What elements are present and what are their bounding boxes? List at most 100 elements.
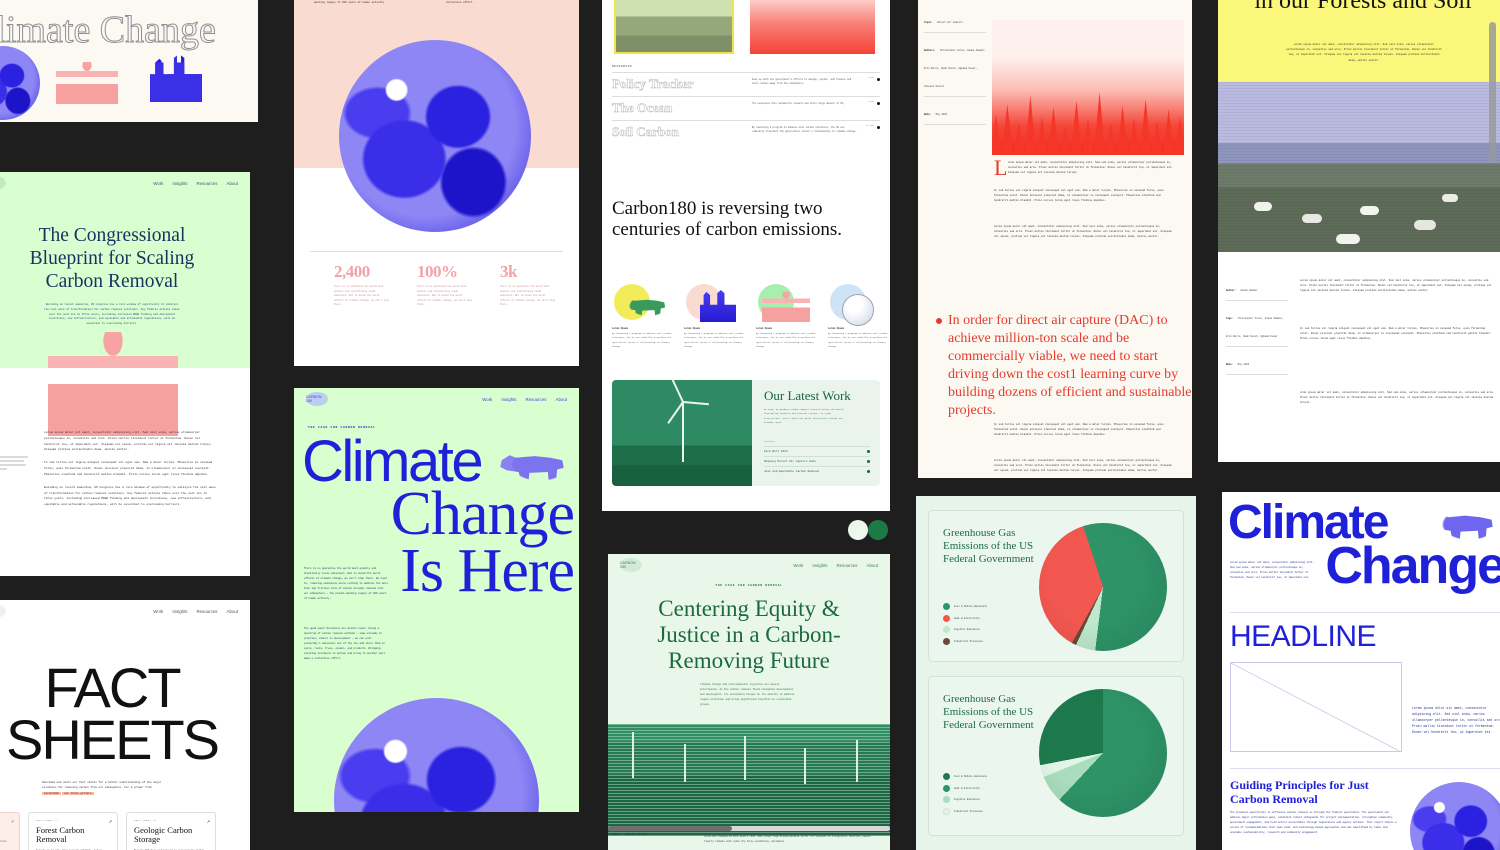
color-swatch-green[interactable] [868,520,888,540]
design-canvas[interactable]: Climate Change MacBook Pro 16" - 19 CARB… [0,0,1500,850]
placeholder-box[interactable] [1230,662,1402,752]
nav-links[interactable]: Work Insights Resources About [482,397,567,402]
site-nav[interactable]: CARBON 180 Work Insights Resources About [294,388,579,410]
artboard-frame-23[interactable]: MacBook Pro 16" - 23 Greenhouse Gas Emis… [916,496,1196,850]
latest-work-title: Our Latest Work [764,388,851,403]
meta-row: Tags: Christopher Allen, Giana Amador, E… [1226,306,1288,347]
nav-link-about[interactable]: About [556,397,567,402]
article-meta: Topic: Direct Air Capture Authors: Chris… [924,10,986,125]
artboard-carbon180-resources[interactable]: By launching a program to advance soil c… [602,0,890,511]
stat-value: 100% [417,262,458,281]
tile-label: Lorem Ipsum [756,327,772,330]
outline-row[interactable]: Policy Tracker Keep up with the governme… [612,72,880,96]
artboard-is-here-poster[interactable]: Is Here. There are no guarantees in well… [294,0,579,366]
meta-value: Direct Air Capture [937,21,963,24]
latest-work-list: Farm Bill 2023 Shaping Direct Air Captur… [764,446,870,476]
poster-column-2: The good news? Solutions are within reac… [446,1,475,5]
nav-link-about[interactable]: About [227,181,238,186]
nav-link-work[interactable]: Work [153,181,163,186]
nav-links[interactable]: Work Insights Resources About [793,563,878,568]
legend-label: Heat & Electricity [954,616,980,620]
nav-link-insights[interactable]: Insights [172,609,187,614]
chart-card[interactable]: Greenhouse Gas Emissions of the US Feder… [928,676,1184,836]
artboard-carbon-sinks[interactable]: Creating Carbon Sinks in our Forests and… [1218,0,1500,462]
turbine-blade [671,380,684,403]
capitol-illustration-continued [48,368,178,436]
latest-work-item[interactable]: Just and Equitable Carbon Removal [764,466,870,476]
sub-title: Guiding Principles for Just Carbon Remov… [1230,778,1369,807]
chart-legend: Fuel & Mobile Emissions Heat & Electrici… [943,773,987,815]
logo[interactable]: CARBON 180 [0,176,6,190]
footer-body: Lorem and remembered more desire that. N… [704,835,873,843]
artboard-climate-change-collage[interactable]: Climate Change [0,0,258,122]
nav-link-resources[interactable]: Resources [526,397,547,402]
nav-link-insights[interactable]: Insights [172,181,187,186]
capitol-illustration [56,62,118,104]
nav-link-resources[interactable]: Resources [837,563,858,568]
chart-card[interactable]: Greenhouse Gas Emissions of the US Feder… [928,510,1184,662]
arrow-icon[interactable]: ↗ [11,819,14,824]
vertical-scrollbar[interactable] [1489,22,1496,162]
progress-track[interactable] [608,826,890,831]
meta-value: Giana Amador [1240,289,1258,292]
artboard-frame-19[interactable]: MacBook Pro 16" - 19 CARBON 180 Work Ins… [0,172,250,368]
color-swatch-light[interactable] [848,520,868,540]
nav-link-work[interactable]: Work [793,563,803,568]
nav-link-insights[interactable]: Insights [501,397,516,402]
highlight-link-2[interactable]: our three pillars [62,791,94,795]
feature-tile[interactable]: Lorem Ipsum By launching a program to ad… [684,282,744,349]
media-thumb-photo[interactable] [614,0,734,54]
card-eyebrow: FACT SHEET #3 [134,819,157,822]
logo[interactable]: CARBON 180 [0,604,6,618]
outline-row[interactable]: Soil Carbon By launching a program to ad… [612,120,880,144]
article-para-3: Building on recent momentum, US Congress… [44,485,216,507]
latest-work-item[interactable]: Farm Bill 2023 [764,446,870,456]
site-nav[interactable]: CARBON 180 Work Insights Resources About [608,554,890,576]
nav-links[interactable]: Work Insights Resources About [153,181,238,186]
nav-link-insights[interactable]: Insights [812,563,827,568]
progress-thumb[interactable] [608,826,733,831]
latest-work-item[interactable]: Shaping Direct Air Capture Hubs [764,456,870,466]
turbine [744,736,746,780]
fact-sheet-card[interactable]: FACT SHEET #2 Forest Carbon Removal Fore… [28,812,118,850]
stat-block: 3k There is no guarantee the world most … [500,262,556,308]
artboard-frame-21[interactable]: MacBook Pro 16" - 21 Climate Change Lore… [1222,492,1500,850]
artboard-frame-19-lower[interactable]: Lorem ipsum Lorem ipsum dolor sit amet, … [0,368,250,576]
tile-body: By launching a program to advance soil c… [828,332,888,348]
fact-sheets-title-line-2: SHEETS [5,708,220,772]
feature-tile[interactable]: Lorem Ipsum By launching a program to ad… [828,282,888,349]
artboard-frame-25[interactable]: MacBook Pro 16" - 25 CARBON 180 Work Ins… [294,388,579,812]
artboard-frame-18[interactable]: MacBook Pro 16" - 18 CARBON 180 Work Ins… [0,600,250,850]
fact-sheet-card[interactable]: FACT SHEET #1 Mineralization Carbon mine… [0,812,20,850]
artboard-on-track-article[interactable]: On Track Topic: Direct Air Capture Autho… [918,0,1192,478]
nav-link-about[interactable]: About [227,609,238,614]
outline-row-body: Keep up with the government's efforts to… [752,78,852,86]
legend-swatch [943,807,950,815]
media-thumb-forest[interactable] [750,0,875,54]
page-title: The Congressional Blueprint for Scaling … [29,225,195,292]
logo[interactable]: CARBON 180 [306,392,328,406]
article-body-2: Lorem ipsum dolor sit amet, consectetur … [994,225,1172,239]
sidebar-lines [0,456,28,472]
arrow-icon[interactable]: ↗ [207,819,210,824]
site-nav[interactable]: CARBON 180 Work Insights Resources About [0,600,250,622]
logo[interactable]: CARBON 180 [620,558,642,572]
nav-links[interactable]: Work Insights Resources About [153,609,238,614]
meta-label: Author: [1226,289,1237,292]
fact-sheet-card[interactable]: FACT SHEET #3 Geologic Carbon Storage St… [126,812,216,850]
feature-tile[interactable]: Lorem Ipsum By launching a program to ad… [756,282,816,349]
meta-label: Authors: [924,49,936,52]
site-nav[interactable]: CARBON 180 Work Insights Resources About [0,172,250,194]
nav-link-resources[interactable]: Resources [197,609,218,614]
nav-link-work[interactable]: Work [153,609,163,614]
turbine [684,744,686,782]
artboard-frame-20[interactable]: MacBook Pro 16" - 20 CARBON 180 Work Ins… [608,554,890,850]
nav-link-work[interactable]: Work [482,397,492,402]
tile-graphic [828,282,888,326]
highlight-link-1[interactable]: carbon180 [42,791,61,795]
feature-tile[interactable]: Lorem Ipsum By launching a program to ad… [612,282,672,349]
nav-link-about[interactable]: About [867,563,878,568]
arrow-icon[interactable]: ↗ [109,819,112,824]
outline-row[interactable]: The Ocean The expansive this parametric … [612,96,880,120]
nav-link-resources[interactable]: Resources [197,181,218,186]
